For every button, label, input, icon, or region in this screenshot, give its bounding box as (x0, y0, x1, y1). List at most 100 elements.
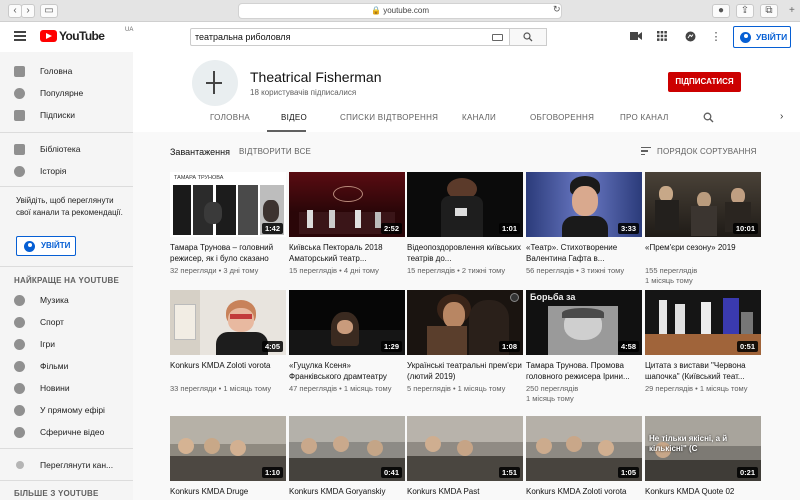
video-title[interactable]: Тамара Трунова – головний режисер, як і … (170, 242, 286, 264)
sidebar-item-music[interactable]: Музика (0, 289, 133, 311)
sidebar: Головна Популярне Підписки Бібліотека Іс… (0, 52, 133, 500)
tab-playlists[interactable]: СПИСКИ ВІДТВОРЕННЯ (340, 113, 438, 122)
create-video-icon[interactable] (630, 31, 642, 43)
upload-age: 1 місяць тому (526, 394, 574, 403)
channel-name: Theatrical Fisherman (250, 69, 382, 85)
sidebar-item-label: Популярне (40, 88, 84, 98)
new-tab-button[interactable]: + (789, 5, 795, 16)
address-bar[interactable]: 🔒 youtube.com (238, 3, 562, 19)
more-vert-icon[interactable]: ⋮ (710, 31, 722, 43)
video-thumbnail[interactable]: 1:05 (526, 416, 642, 481)
sort-button[interactable]: ПОРЯДОК СОРТУВАННЯ (641, 147, 757, 156)
tab-videos[interactable]: ВІДЕО (281, 113, 307, 122)
video-card[interactable]: 1:29 «Гуцулка Ксеня» Франківського драмт… (289, 290, 405, 394)
video-title[interactable]: Konkurs KMDA Quote 02 (645, 486, 761, 500)
sidebar-item-trending[interactable]: Популярне (0, 82, 133, 104)
play-all-button[interactable]: ВІДТВОРИТИ ВСЕ (239, 147, 311, 156)
channel-search-icon[interactable] (703, 112, 714, 123)
video-thumbnail[interactable]: 0:51 (645, 290, 761, 355)
video-card[interactable]: Борьба за 4:58 Тамара Трунова. Промова г… (526, 290, 642, 404)
video-title[interactable]: «Гуцулка Ксеня» Франківського драмтеатру (289, 360, 405, 382)
reload-icon[interactable]: ↻ (553, 4, 561, 15)
video-thumbnail[interactable]: 1:01 (407, 172, 523, 237)
video-card[interactable]: 1:10 Konkurs KMDA Druge (170, 416, 286, 500)
video-title[interactable]: Konkurs KMDA Zoloti vorota (526, 486, 642, 500)
video-thumbnail[interactable]: Не тільки якісні, а й кількісні" (С 0:21 (645, 416, 761, 481)
video-title[interactable]: «Прем'єри сезону» 2019 (645, 242, 761, 264)
video-card[interactable]: 10:01 «Прем'єри сезону» 2019 155 перегля… (645, 172, 761, 286)
video-thumbnail[interactable]: 4:05 (170, 290, 286, 355)
video-title[interactable]: Konkurs KMDA Past (407, 486, 523, 500)
sidebar-item-library[interactable]: Бібліотека (0, 138, 133, 160)
video-card[interactable]: 2:52 Київська Пектораль 2018 Аматорський… (289, 172, 405, 276)
tab-channels[interactable]: КАНАЛИ (462, 113, 496, 122)
video-thumbnail[interactable]: 10:01 (645, 172, 761, 237)
apps-icon[interactable] (656, 31, 668, 43)
thumbnail-caption: Борьба за (526, 290, 642, 304)
video-thumbnail[interactable]: 1:29 (289, 290, 405, 355)
sidebar-item-browse-channels[interactable]: Переглянути кан... (0, 454, 133, 476)
messages-icon[interactable] (684, 31, 696, 43)
video-title[interactable]: Цитата з вистави "Червона шапочка" (Київ… (645, 360, 761, 382)
sidebar-item-subscriptions[interactable]: Підписки (0, 104, 133, 126)
back-button[interactable]: ‹ (8, 4, 22, 18)
video-thumbnail[interactable]: 1:08 (407, 290, 523, 355)
signin-button[interactable]: УВІЙТИ (733, 26, 791, 48)
home-icon (14, 66, 25, 77)
video-title[interactable]: Українські театральні прем'єри (лютий 20… (407, 360, 523, 382)
keyboard-icon[interactable] (492, 34, 503, 41)
video-thumbnail[interactable]: 2:52 (289, 172, 405, 237)
video-card[interactable]: ТАМАРА ТРУНОВА 1:42 Тамара Трунова – гол… (170, 172, 286, 276)
video-card[interactable]: 1:05 Konkurs KMDA Zoloti vorota (526, 416, 642, 500)
search-input[interactable]: театральна риболовля (190, 28, 510, 46)
games-icon (14, 339, 25, 350)
view-count: 5 переглядів (407, 384, 451, 393)
sidebar-item-movies[interactable]: Фільми (0, 355, 133, 377)
sidebar-item-sport[interactable]: Спорт (0, 311, 133, 333)
chevron-right-icon[interactable]: › (780, 111, 783, 122)
tab-home[interactable]: ГОЛОВНА (210, 113, 250, 122)
video-card[interactable]: 3:33 «Театр». Стихотворение Валентина Га… (526, 172, 642, 276)
share-button[interactable]: ⇪ (736, 4, 754, 18)
divider (0, 186, 133, 187)
sidebar-item-news[interactable]: Новини (0, 377, 133, 399)
download-button[interactable]: ● (712, 4, 730, 18)
video-title[interactable]: Київська Пектораль 2018 Аматорський теат… (289, 242, 405, 264)
video-thumbnail[interactable]: 1:51 (407, 416, 523, 481)
video-title[interactable]: Konkurs KMDA Zoloti vorota (170, 360, 286, 382)
sidebar-toggle-button[interactable]: ▭ (40, 4, 58, 18)
search-button[interactable] (510, 28, 547, 46)
tabs-button[interactable]: ⧉ (760, 4, 778, 18)
video-title[interactable]: Тамара Трунова. Промова головного режисе… (526, 360, 642, 382)
channel-avatar[interactable] (192, 60, 238, 106)
video-card[interactable]: 1:51 Konkurs KMDA Past (407, 416, 523, 500)
video-card[interactable]: Не тільки якісні, а й кількісні" (С 0:21… (645, 416, 761, 500)
menu-icon[interactable] (14, 31, 26, 41)
video-thumbnail[interactable]: 0:41 (289, 416, 405, 481)
tab-about[interactable]: ПРО КАНАЛ (620, 113, 669, 122)
video-title[interactable]: Konkurs KMDA Druge (170, 486, 286, 500)
video-title[interactable]: «Театр». Стихотворение Валентина Гафта в… (526, 242, 642, 264)
video-card[interactable]: 4:05 Konkurs KMDA Zoloti vorota 33 перег… (170, 290, 286, 394)
sidebar-signin-button[interactable]: УВІЙТИ (16, 236, 76, 256)
video-thumbnail[interactable]: Борьба за 4:58 (526, 290, 642, 355)
video-thumbnail[interactable]: ТАМАРА ТРУНОВА 1:42 (170, 172, 286, 237)
video-title[interactable]: Konkurs KMDA Goryanskiy (289, 486, 405, 500)
video-thumbnail[interactable]: 3:33 (526, 172, 642, 237)
video-thumbnail[interactable]: 1:10 (170, 416, 286, 481)
video-card[interactable]: 1:08 Українські театральні прем'єри (лют… (407, 290, 523, 394)
sidebar-item-history[interactable]: Історія (0, 160, 133, 182)
sidebar-item-live[interactable]: У прямому ефірі (0, 399, 133, 421)
sidebar-item-home[interactable]: Головна (0, 60, 133, 82)
tab-discussion[interactable]: ОБГОВОРЕННЯ (530, 113, 594, 122)
sidebar-item-360[interactable]: Сферичне відео (0, 421, 133, 443)
video-card[interactable]: 0:41 Konkurs KMDA Goryanskiy (289, 416, 405, 500)
video-title[interactable]: Відеопоздоровлення київських театрів до.… (407, 242, 523, 264)
forward-button[interactable]: › (21, 4, 35, 18)
video-duration: 1:10 (261, 467, 283, 478)
video-duration: 10:01 (732, 223, 758, 234)
subscribe-button[interactable]: ПІДПИСАТИСЯ (668, 72, 741, 92)
video-card[interactable]: 0:51 Цитата з вистави "Червона шапочка" … (645, 290, 761, 394)
sidebar-item-games[interactable]: Ігри (0, 333, 133, 355)
video-card[interactable]: 1:01 Відеопоздоровлення київських театрі… (407, 172, 523, 276)
